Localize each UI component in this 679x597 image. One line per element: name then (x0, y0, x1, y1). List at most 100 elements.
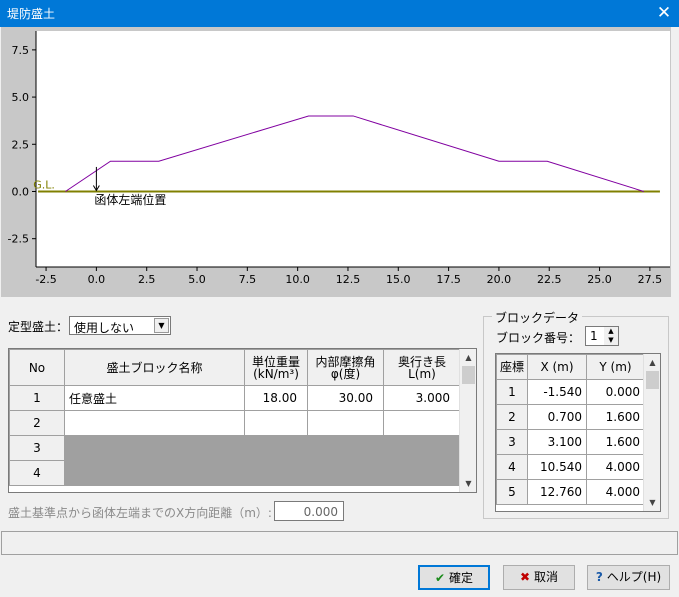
friction-cell (307, 435, 384, 461)
block-name-cell[interactable] (64, 410, 245, 436)
y-cell[interactable]: 4.000 (586, 454, 645, 480)
row-header[interactable]: 3 (9, 435, 65, 461)
scroll-thumb[interactable] (646, 371, 659, 389)
check-icon: ✔ (434, 571, 446, 585)
teikei-label: 定型盛土： (8, 320, 69, 334)
table-row[interactable]: 1 -1.540 0.000 (496, 379, 645, 405)
cancel-button[interactable]: ✖ 取消 (503, 565, 575, 590)
col-coord-header: 座標 (496, 354, 528, 380)
scroll-up-icon[interactable]: ▲ (460, 349, 476, 366)
col-weight-line2: (kN/m³) (253, 366, 299, 381)
x-tick-label: 2.5 (138, 273, 156, 286)
x-tick-label: 20.0 (487, 273, 512, 286)
x-cell[interactable]: 10.540 (527, 454, 587, 480)
x-tick-label: 0.0 (88, 273, 106, 286)
scroll-thumb[interactable] (462, 366, 475, 384)
weight-cell (244, 460, 308, 486)
friction-cell[interactable] (307, 410, 384, 436)
x-tick-label: 12.5 (336, 273, 361, 286)
depth-cell (383, 460, 461, 486)
x-cell[interactable]: -1.540 (527, 379, 587, 405)
x-tick-label: 7.5 (239, 273, 257, 286)
block-table-scrollbar[interactable]: ▲ ▼ (459, 349, 476, 492)
box-left-end-label: 函体左端位置 (94, 192, 166, 207)
block-no-label: ブロック番号： (496, 331, 581, 345)
x-cell[interactable]: 0.700 (527, 404, 587, 430)
friction-cell[interactable]: 30.00 (307, 385, 384, 411)
teikei-select-value: 使用しない (74, 321, 135, 335)
y-cell[interactable]: 1.600 (586, 429, 645, 455)
x-tick-label: 17.5 (436, 273, 461, 286)
col-friction-line2: φ(度) (330, 366, 361, 381)
row-header[interactable]: 1 (496, 379, 528, 405)
teikei-select[interactable]: 使用しない ▼ (69, 316, 171, 335)
block-name-cell[interactable]: 任意盛土 (64, 385, 245, 411)
y-cell[interactable]: 4.000 (586, 479, 645, 505)
row-header[interactable]: 4 (9, 460, 65, 486)
col-friction-header: 内部摩擦角 φ(度) (307, 349, 384, 386)
x-cell[interactable]: 3.100 (527, 429, 587, 455)
distance-label: 盛土基準点から函体左端までのX方向距離（m）: (8, 506, 272, 520)
block-no-value: 1 (590, 329, 598, 343)
coord-table[interactable]: 座標 X (m) Y (m) 1 -1.540 0.000 2 0.700 1.… (495, 353, 661, 512)
y-cell[interactable]: 1.600 (586, 404, 645, 430)
col-depth-line2: L(m) (408, 366, 436, 381)
close-icon[interactable]: ✕ (649, 0, 679, 27)
depth-cell (383, 435, 461, 461)
x-tick-label: 5.0 (188, 273, 206, 286)
table-row[interactable]: 4 10.540 4.000 (496, 454, 645, 480)
distance-input[interactable]: 0.000 (274, 501, 344, 521)
row-header[interactable]: 5 (496, 479, 528, 505)
chevron-down-icon[interactable]: ▼ (154, 318, 169, 333)
weight-cell[interactable] (244, 410, 308, 436)
title-bar: 堤防盛土 ✕ (0, 0, 679, 27)
col-depth-header: 奥行き長 L(m) (383, 349, 461, 386)
coord-table-header: 座標 X (m) Y (m) (496, 354, 645, 380)
scroll-up-icon[interactable]: ▲ (644, 354, 660, 371)
friction-cell (307, 460, 384, 486)
y-tick-label: 0.0 (12, 185, 30, 198)
depth-cell[interactable] (383, 410, 461, 436)
block-name-cell (64, 435, 245, 461)
weight-cell (244, 435, 308, 461)
x-tick-label: 10.0 (285, 273, 310, 286)
row-header[interactable]: 4 (496, 454, 528, 480)
cancel-label: 取消 (534, 570, 559, 584)
ok-button[interactable]: ✔ 確定 (418, 565, 490, 590)
table-row[interactable]: 2 0.700 1.600 (496, 404, 645, 430)
question-icon: ? (595, 570, 603, 584)
table-row[interactable]: 1 任意盛土 18.00 30.00 3.000 (9, 385, 461, 411)
plot-area (36, 31, 670, 267)
scroll-down-icon[interactable]: ▼ (460, 475, 476, 492)
table-row[interactable]: 5 12.760 4.000 (496, 479, 645, 505)
row-header[interactable]: 2 (496, 404, 528, 430)
row-header[interactable]: 3 (496, 429, 528, 455)
y-tick-label: 5.0 (12, 91, 30, 104)
x-tick-label: 25.0 (587, 273, 612, 286)
coord-table-scrollbar[interactable]: ▲ ▼ (643, 354, 660, 511)
x-icon: ✖ (519, 570, 531, 584)
weight-cell[interactable]: 18.00 (244, 385, 308, 411)
y-cell[interactable]: 0.000 (586, 379, 645, 405)
x-tick-label: 22.5 (537, 273, 562, 286)
status-bar (1, 531, 678, 555)
table-row[interactable]: 2 (9, 410, 461, 436)
row-header[interactable]: 2 (9, 410, 65, 436)
y-tick-label: 7.5 (12, 44, 30, 57)
depth-cell[interactable]: 3.000 (383, 385, 461, 411)
scroll-down-icon[interactable]: ▼ (644, 494, 660, 511)
table-row[interactable]: 3 3.100 1.600 (496, 429, 645, 455)
x-tick-label: 27.5 (638, 273, 663, 286)
spin-down-icon[interactable]: ▼ (604, 336, 618, 345)
block-no-spinner[interactable]: 1 ▲ ▼ (585, 326, 619, 346)
help-button[interactable]: ? ヘルプ(H) (587, 565, 670, 590)
col-no-header: No (9, 349, 65, 386)
row-header[interactable]: 1 (9, 385, 65, 411)
col-weight-header: 単位重量 (kN/m³) (244, 349, 308, 386)
x-cell[interactable]: 12.760 (527, 479, 587, 505)
block-table[interactable]: No 盛土ブロック名称 単位重量 (kN/m³) 内部摩擦角 φ(度) 奥行き長 L(… (8, 348, 477, 493)
y-tick-label: 2.5 (12, 138, 30, 151)
window-title: 堤防盛土 (7, 7, 56, 21)
spin-up-icon[interactable]: ▲ (604, 327, 618, 336)
gl-label: G.L. (33, 178, 55, 191)
